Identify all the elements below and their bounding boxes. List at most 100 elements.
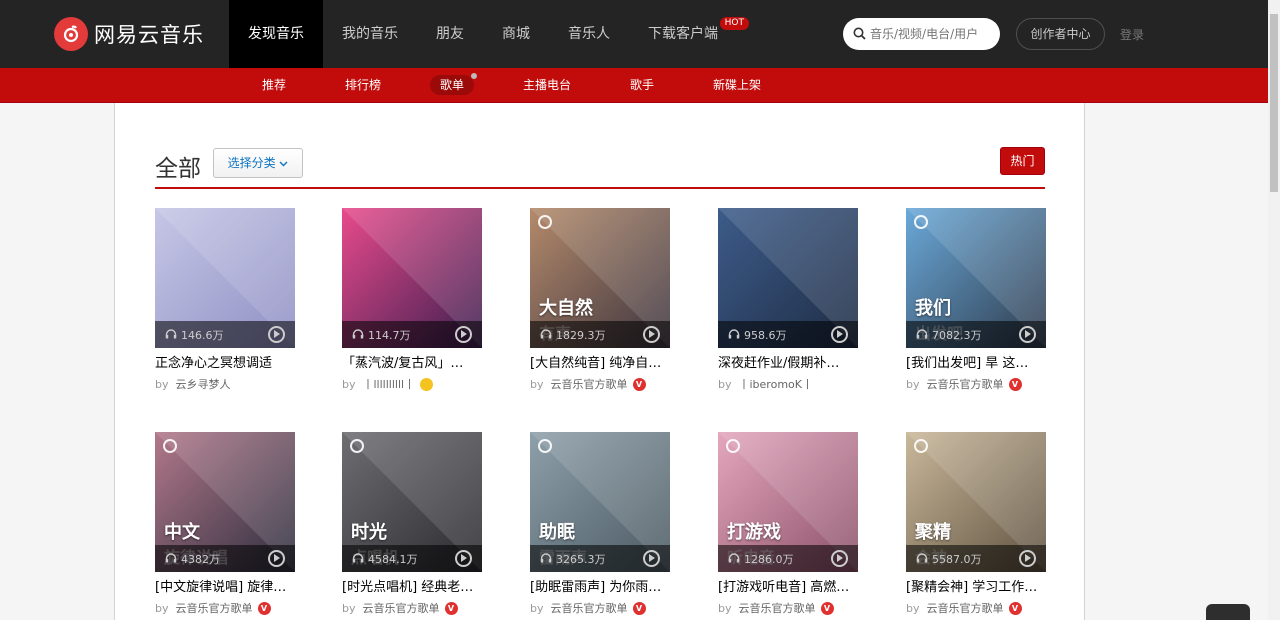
subnav-playlists[interactable]: 歌单 [430, 72, 479, 95]
playlist-cover[interactable]: 146.6万 [155, 208, 295, 348]
verified-v-icon: V [1008, 377, 1022, 391]
playlist-author-line: by 云音乐官方歌单 V [718, 600, 858, 616]
search-box[interactable] [843, 18, 1000, 50]
playlist-author-line: by 云音乐官方歌单 V [906, 600, 1046, 616]
playlist-cover[interactable]: 958.6万 [718, 208, 858, 348]
play-count: 7082.3万 [916, 327, 982, 343]
playlist-author-line: by 云乡寻梦人 [155, 376, 295, 392]
cover-tag: 时光 [351, 522, 387, 543]
top-bar: 网易云音乐 发现音乐 我的音乐 朋友 商城 音乐人 下载客户端 HOT 创作者中… [0, 0, 1268, 68]
playlist-title[interactable]: [中文旋律说唱] 旋律… [155, 579, 295, 597]
scrollbar-thumb[interactable] [1270, 14, 1278, 192]
playlist-cover[interactable]: 聚精会神5587.0万 [906, 432, 1046, 572]
cover-bottom-bar: 7082.3万 [906, 321, 1046, 348]
hot-sort-button[interactable]: 热门 [1000, 147, 1045, 175]
playlist-card[interactable]: 958.6万 深夜赶作业/假期补… by 丨iberomoK丨 [718, 208, 858, 392]
playlist-card[interactable]: 我们出发吧7082.3万 [我们出发吧] 旱 这… by 云音乐官方歌单 V [906, 208, 1046, 392]
playlist-title[interactable]: [我们出发吧] 旱 这… [906, 355, 1046, 373]
play-count: 1286.0万 [728, 551, 794, 567]
creator-center-button[interactable]: 创作者中心 [1016, 18, 1105, 50]
play-icon[interactable] [455, 550, 472, 567]
playlist-card[interactable]: 大自然有声1829.3万 [大自然纯音] 纯净自… by 云音乐官方歌单 V [530, 208, 670, 392]
playlist-cover[interactable]: 助眠雷雨声3265.3万 [530, 432, 670, 572]
nav-friends[interactable]: 朋友 [417, 0, 483, 68]
playlist-author-line: by 云音乐官方歌单 V [906, 376, 1046, 392]
playlist-author[interactable]: 丨llllllllll丨 [363, 376, 416, 392]
play-count-value: 7082.3万 [932, 329, 982, 342]
play-icon[interactable] [268, 550, 285, 567]
playlist-card[interactable]: 时光点唱机4584.1万 [时光点唱机] 经典老… by 云音乐官方歌单 V [342, 432, 482, 616]
subnav-radio[interactable]: 主播电台 [513, 75, 581, 95]
nav-mall[interactable]: 商城 [483, 0, 549, 68]
playlist-title[interactable]: [聚精会神] 学习工作… [906, 579, 1046, 597]
playlist-title[interactable]: [时光点唱机] 经典老… [342, 579, 482, 597]
sub-nav: 推荐 排行榜 歌单 主播电台 歌手 新碟上架 [0, 68, 1268, 103]
play-icon[interactable] [831, 550, 848, 567]
nav-download-label: 下载客户端 [648, 26, 718, 42]
play-icon[interactable] [643, 326, 660, 343]
subnav-artists[interactable]: 歌手 [620, 75, 664, 95]
cover-tag: 中文 [164, 522, 200, 543]
play-count-value: 958.6万 [744, 329, 787, 342]
headphones-icon [540, 328, 552, 342]
play-icon[interactable] [268, 326, 285, 343]
playlist-title[interactable]: [助眠雷雨声] 为你雨… [530, 579, 670, 597]
playlist-card[interactable]: 114.7万 「蒸汽波/复古风」… by 丨llllllllll丨 [342, 208, 482, 392]
playlist-card[interactable]: 聚精会神5587.0万 [聚精会神] 学习工作… by 云音乐官方歌单 V [906, 432, 1046, 616]
nav-my-music[interactable]: 我的音乐 [323, 0, 417, 68]
playlist-cover[interactable]: 我们出发吧7082.3万 [906, 208, 1046, 348]
netease-mark-icon [726, 439, 740, 453]
playlist-cover[interactable]: 打游戏听电音1286.0万 [718, 432, 858, 572]
playlist-author[interactable]: 云音乐官方歌单 [927, 600, 1004, 616]
verified-v-icon: V [444, 601, 458, 615]
playlist-author[interactable]: 云音乐官方歌单 [551, 376, 628, 392]
play-icon[interactable] [1019, 550, 1036, 567]
subnav-recommend[interactable]: 推荐 [252, 75, 296, 95]
nav-discover-music[interactable]: 发现音乐 [229, 0, 323, 68]
scrollbar[interactable] [1268, 0, 1280, 620]
hot-badge: HOT [719, 17, 749, 30]
playlist-card[interactable]: 打游戏听电音1286.0万 [打游戏听电音] 高燃… by 云音乐官方歌单 V [718, 432, 858, 616]
playlist-author[interactable]: 云音乐官方歌单 [739, 600, 816, 616]
playlist-author[interactable]: 云音乐官方歌单 [363, 600, 440, 616]
playlist-title[interactable]: [大自然纯音] 纯净自… [530, 355, 670, 373]
playlist-card[interactable]: 146.6万正念净心之冥想调适 by 云乡寻梦人 [155, 208, 295, 392]
play-icon[interactable] [455, 326, 472, 343]
new-dot-icon [470, 72, 479, 80]
playlist-author[interactable]: 云乡寻梦人 [176, 376, 231, 392]
playlist-title[interactable]: 「蒸汽波/复古风」… [342, 355, 482, 373]
headphones-icon [352, 328, 364, 342]
corner-widget[interactable] [1206, 604, 1250, 620]
subnav-new-albums[interactable]: 新碟上架 [703, 75, 771, 95]
subnav-charts[interactable]: 排行榜 [335, 75, 391, 95]
playlist-cover[interactable]: 大自然有声1829.3万 [530, 208, 670, 348]
cover-tag: 大自然 [539, 298, 593, 319]
select-category-button[interactable]: 选择分类 [213, 148, 303, 178]
play-icon[interactable] [831, 326, 848, 343]
by-label: by [155, 377, 169, 391]
playlist-panel: 全部 选择分类 热门 146.6万 正念净心之冥想调适 by 云乡寻梦人 114.7万「… [114, 103, 1085, 620]
playlist-cover[interactable]: 114.7万 [342, 208, 482, 348]
playlist-title[interactable]: 正念净心之冥想调适 [155, 355, 295, 373]
playlist-card[interactable]: 助眠雷雨声3265.3万 [助眠雷雨声] 为你雨… by 云音乐官方歌单 V [530, 432, 670, 616]
playlist-title[interactable]: 深夜赶作业/假期补… [718, 355, 858, 373]
playlist-author-line: by 云音乐官方歌单 V [342, 600, 482, 616]
play-icon[interactable] [1019, 326, 1036, 343]
login-link[interactable]: 登录 [1120, 26, 1144, 43]
logo[interactable]: 网易云音乐 [54, 17, 204, 51]
play-count-value: 3265.3万 [556, 553, 606, 566]
playlist-cover[interactable]: 时光点唱机4584.1万 [342, 432, 482, 572]
playlist-title[interactable]: [打游戏听电音] 高燃… [718, 579, 858, 597]
nav-musicians[interactable]: 音乐人 [549, 0, 629, 68]
select-category-label: 选择分类 [227, 156, 276, 170]
playlist-author[interactable]: 云音乐官方歌单 [927, 376, 1004, 392]
play-icon[interactable] [643, 550, 660, 567]
playlist-author[interactable]: 丨iberomoK丨 [739, 376, 813, 392]
playlist-author[interactable]: 云音乐官方歌单 [176, 600, 253, 616]
playlist-cover[interactable]: 中文旋律说唱4382万 [155, 432, 295, 572]
playlist-card[interactable]: 中文旋律说唱4382万 [中文旋律说唱] 旋律… by 云音乐官方歌单 V [155, 432, 295, 616]
playlist-author[interactable]: 云音乐官方歌单 [551, 600, 628, 616]
nav-download-client[interactable]: 下载客户端 HOT [629, 0, 749, 68]
search-input[interactable] [870, 27, 990, 41]
subnav-playlists-label: 歌单 [440, 78, 465, 92]
